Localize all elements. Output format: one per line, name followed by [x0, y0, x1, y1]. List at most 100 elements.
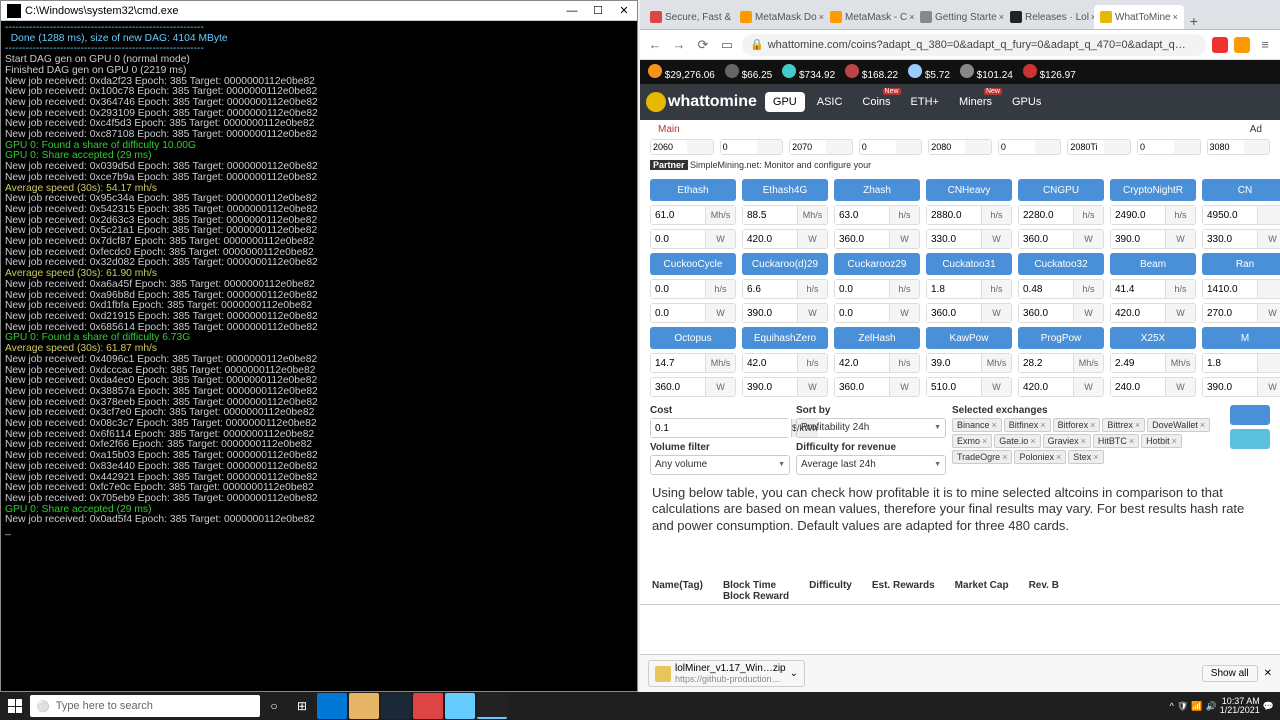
algo-m[interactable]: M	[1202, 327, 1280, 349]
notepad-app[interactable]	[445, 693, 475, 719]
steam-app[interactable]	[381, 693, 411, 719]
volume-select[interactable]: Any volume	[650, 455, 790, 475]
brave-app[interactable]	[413, 693, 443, 719]
hashrate-input[interactable]: h/s	[1018, 205, 1104, 225]
hashrate-input[interactable]: Mh/s	[650, 353, 736, 373]
brave-icon[interactable]	[1212, 37, 1228, 53]
notifications-icon[interactable]: 💬	[1263, 701, 1274, 712]
secondary-button[interactable]	[1230, 429, 1270, 449]
exchange-chip[interactable]: Exmo×	[952, 434, 992, 448]
hashrate-input[interactable]: h/s	[1018, 279, 1104, 299]
security-icon[interactable]: 🛡	[1177, 701, 1188, 712]
table-column-header[interactable]: Name(Tag)	[652, 580, 703, 602]
exchange-chip[interactable]: TradeOgre×	[952, 450, 1012, 464]
adapt-tab[interactable]: Ad	[1242, 122, 1270, 137]
partner-banner[interactable]: Partner SimpleMining.net: Monitor and co…	[650, 160, 871, 170]
watt-input[interactable]: W	[650, 377, 736, 397]
nav-eth+[interactable]: ETH+	[903, 92, 947, 112]
algo-zelhash[interactable]: ZelHash	[834, 327, 920, 349]
gpu-count-input[interactable]	[928, 139, 992, 155]
nav-miners[interactable]: MinersNew	[951, 92, 1000, 112]
gpu-count-input[interactable]	[998, 139, 1062, 155]
algo-beam[interactable]: Beam	[1110, 253, 1196, 275]
hashrate-input[interactable]	[1202, 205, 1280, 225]
hashrate-input[interactable]: h/s	[742, 279, 828, 299]
watt-input[interactable]: W	[1202, 303, 1280, 323]
explorer-app[interactable]	[349, 693, 379, 719]
site-logo[interactable]: whattomine	[646, 92, 757, 112]
algo-cuckoocycle[interactable]: CuckooCycle	[650, 253, 736, 275]
exchange-chip[interactable]: Bitforex×	[1053, 418, 1101, 432]
taskbar-search[interactable]: ⚪Type here to search	[30, 695, 260, 717]
watt-input[interactable]: W	[834, 303, 920, 323]
table-column-header[interactable]: Market Cap	[955, 580, 1009, 602]
hashrate-input[interactable]: h/s	[834, 353, 920, 373]
watt-input[interactable]: W	[742, 229, 828, 249]
show-all-button[interactable]: Show all	[1202, 665, 1258, 682]
gpu-count-input[interactable]	[789, 139, 853, 155]
exchange-chip[interactable]: Bitfinex×	[1004, 418, 1051, 432]
watt-input[interactable]: W	[742, 303, 828, 323]
exchange-chip[interactable]: DoveWallet×	[1147, 418, 1210, 432]
watt-input[interactable]: W	[650, 303, 736, 323]
start-button[interactable]	[0, 692, 30, 720]
watt-input[interactable]: W	[834, 377, 920, 397]
task-view-icon[interactable]: ⊞	[288, 692, 316, 720]
gpu-count-input[interactable]	[1207, 139, 1271, 155]
exchange-chip[interactable]: Binance×	[952, 418, 1002, 432]
hashrate-input[interactable]: h/s	[1110, 279, 1196, 299]
watt-input[interactable]: W	[1018, 229, 1104, 249]
hashrate-input[interactable]: h/s	[926, 205, 1012, 225]
algo-cuckarooz29[interactable]: Cuckarooz29	[834, 253, 920, 275]
url-input[interactable]: 🔒 whattomine.com/coins?adapt_q_380=0&ada…	[742, 34, 1206, 56]
hashrate-input[interactable]: h/s	[650, 279, 736, 299]
hashrate-input[interactable]: h/s	[926, 279, 1012, 299]
hashrate-input[interactable]: Mh/s	[1110, 353, 1196, 373]
table-column-header[interactable]: Block Time Block Reward	[723, 580, 789, 602]
clock[interactable]: 10:37 AM 1/21/2021	[1220, 697, 1260, 715]
gpu-count-input[interactable]	[859, 139, 923, 155]
exchange-chip[interactable]: Bittrex×	[1102, 418, 1145, 432]
tray-chevron-icon[interactable]: ^	[1170, 701, 1174, 711]
forward-button[interactable]: →	[670, 36, 688, 54]
download-item[interactable]: lolMiner_v1.17_Win…zip https://github-pr…	[648, 660, 805, 687]
hashrate-input[interactable]	[1202, 353, 1280, 373]
browser-tab[interactable]: MetaMask Do×	[734, 5, 824, 29]
exchange-chip[interactable]: Hotbit×	[1141, 434, 1182, 448]
algo-ethash[interactable]: Ethash	[650, 179, 736, 201]
algo-ethash4g[interactable]: Ethash4G	[742, 179, 828, 201]
volume-icon[interactable]: 🔊	[1206, 701, 1217, 712]
metamask-ext-icon[interactable]	[1234, 37, 1250, 53]
hashrate-input[interactable]: h/s	[834, 279, 920, 299]
browser-tab[interactable]: Getting Starte×	[914, 5, 1004, 29]
algo-zhash[interactable]: Zhash	[834, 179, 920, 201]
algo-equihashzero[interactable]: EquihashZero	[742, 327, 828, 349]
watt-input[interactable]: W	[1110, 303, 1196, 323]
watt-input[interactable]: W	[926, 377, 1012, 397]
reload-button[interactable]: ⟳	[694, 36, 712, 54]
gpu-count-input[interactable]	[1067, 139, 1131, 155]
watt-input[interactable]: W	[1018, 303, 1104, 323]
chevron-down-icon[interactable]: ⌄	[790, 668, 798, 679]
back-button[interactable]: ←	[646, 36, 664, 54]
hashrate-input[interactable]: h/s	[834, 205, 920, 225]
watt-input[interactable]: W	[926, 303, 1012, 323]
exchange-chip[interactable]: Graviex×	[1043, 434, 1091, 448]
terminal-titlebar[interactable]: C:\Windows\system32\cmd.exe — ☐ ✕	[1, 1, 637, 21]
watt-input[interactable]: W	[1202, 377, 1280, 397]
browser-tab[interactable]: WhatToMine×	[1094, 5, 1184, 29]
algo-cn[interactable]: CN	[1202, 179, 1280, 201]
nav-gpu[interactable]: GPU	[765, 92, 805, 112]
main-tab[interactable]: Main	[650, 122, 688, 137]
algo-cngpu[interactable]: CNGPU	[1018, 179, 1104, 201]
system-tray[interactable]: ^ 🛡 📶 🔊 10:37 AM 1/21/2021 💬	[1170, 697, 1280, 715]
gpu-count-input[interactable]	[650, 139, 714, 155]
hashrate-input[interactable]	[1202, 279, 1280, 299]
watt-input[interactable]: W	[1202, 229, 1280, 249]
gpu-count-input[interactable]	[1137, 139, 1201, 155]
calculate-button[interactable]	[1230, 405, 1270, 425]
nav-gpus[interactable]: GPUs	[1004, 92, 1049, 112]
hashrate-input[interactable]: h/s	[1110, 205, 1196, 225]
hashrate-input[interactable]: Mh/s	[1018, 353, 1104, 373]
watt-input[interactable]: W	[650, 229, 736, 249]
